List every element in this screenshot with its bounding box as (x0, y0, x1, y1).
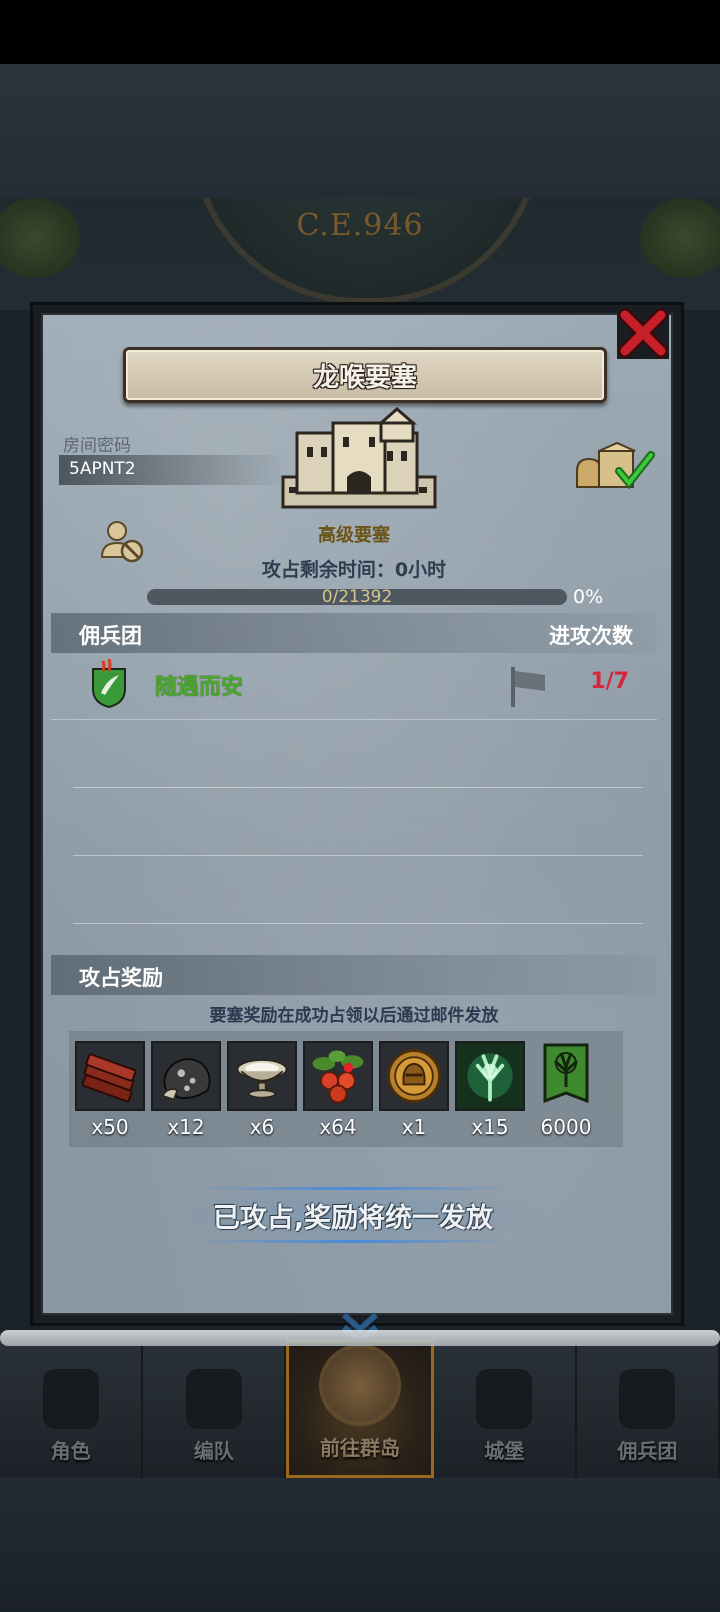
reward-slot (531, 1041, 601, 1111)
claimed-rewards-icon[interactable] (573, 441, 655, 493)
empty-row-divider (73, 855, 643, 856)
attack-count-header-label: 进攻次数 (549, 624, 633, 648)
empty-row-divider (73, 787, 643, 788)
character-icon (42, 1369, 99, 1429)
reward-count: x12 (167, 1115, 205, 1139)
mercenary-icon (619, 1369, 676, 1429)
nav-mercenary[interactable]: 佣兵团 (576, 1340, 720, 1478)
bottom-navigation: 角色 编队 前往群岛 城堡 佣兵团 (0, 1312, 720, 1478)
snow-edge (0, 1330, 720, 1346)
coal-ore-icon (161, 1058, 211, 1101)
compass-icon (319, 1344, 401, 1426)
reward-count: x1 (401, 1115, 427, 1139)
background-right-strip (680, 310, 720, 1330)
reward-slot (227, 1041, 297, 1111)
green-spirit-icon (467, 1053, 513, 1102)
silver-bowl-icon (236, 1059, 288, 1099)
guild-banner-icon (543, 1043, 589, 1104)
fortress-modal: 龙喉要塞 房间密码 5APNT2 高级要塞 攻占剩余时间：0小时 0/21392… (30, 302, 684, 1326)
fortress-level-label: 高级要塞 (318, 525, 390, 546)
nav-label: 编队 (193, 1439, 234, 1463)
room-password-label: 房间密码 (63, 436, 131, 456)
nav-label: 佣兵团 (617, 1439, 678, 1463)
attack-count: 1/7 (590, 669, 629, 694)
formation-icon (185, 1369, 242, 1429)
reward-header-label: 攻占奖励 (79, 966, 163, 990)
reward-slot (379, 1041, 449, 1111)
room-password-value: 5APNT2 (69, 459, 136, 479)
occupied-status-button[interactable]: 已攻占,奖励将统一发放 (153, 1183, 553, 1247)
reward-slot (455, 1041, 525, 1111)
empty-row-divider (73, 923, 643, 924)
status-line-top (193, 1187, 513, 1190)
mercenary-row[interactable]: 随遇而安 1/7 (51, 653, 657, 720)
occupation-time-unit: 小时 (408, 559, 447, 581)
reward-hint: 要塞奖励在成功占领以后通过邮件发放 (209, 1006, 499, 1026)
knight-coin-icon (387, 1049, 441, 1103)
reward-item[interactable]: x6 (227, 1041, 297, 1139)
title-banner: 龙喉要塞 (123, 347, 607, 403)
reward-slot (151, 1041, 221, 1111)
reward-count: x50 (91, 1115, 129, 1139)
occupation-time-value: 0 (394, 559, 409, 581)
reward-count: 6000 (540, 1115, 592, 1139)
reward-count: x64 (319, 1115, 357, 1139)
wood-planks-icon (81, 1053, 137, 1103)
status-line-bottom (193, 1240, 513, 1243)
reward-item[interactable]: x12 (151, 1041, 221, 1139)
nav-formation[interactable]: 编队 (143, 1340, 287, 1478)
close-icon[interactable] (615, 305, 671, 361)
nav-castle[interactable]: 城堡 (433, 1340, 577, 1478)
modal-title: 龙喉要塞 (312, 362, 417, 393)
reward-item[interactable]: x64 (303, 1041, 373, 1139)
reward-item[interactable]: 6000 (531, 1041, 601, 1139)
reward-count: x6 (249, 1115, 275, 1139)
nav-label: 城堡 (484, 1439, 525, 1463)
progress-percent: 0% (573, 586, 604, 608)
reward-item[interactable]: x15 (455, 1041, 525, 1139)
reward-slot (75, 1041, 145, 1111)
occupation-time-row: 攻占剩余时间：0小时 (43, 555, 665, 582)
reward-count: x15 (471, 1115, 509, 1139)
flag-icon (511, 667, 545, 707)
bottom-backdrop (0, 1478, 720, 1612)
reward-list: x50 x12 x6 x64 x1 x15 6000 (69, 1031, 623, 1147)
top-backdrop (0, 64, 720, 198)
mercenary-header-label: 佣兵团 (79, 624, 142, 648)
nav-label: 角色 (50, 1439, 91, 1463)
reward-slot (303, 1041, 373, 1111)
castle-icon (476, 1369, 533, 1429)
status-button-label: 已攻占,奖励将统一发放 (212, 1202, 494, 1234)
reward-item[interactable]: x50 (75, 1041, 145, 1139)
reward-section-header: 攻占奖励 (51, 955, 657, 995)
background-header: C.E.946 (0, 198, 720, 310)
guild-shield-icon (92, 659, 126, 709)
fortress-castle-icon (281, 407, 437, 509)
nav-islands[interactable]: 前往群岛 (286, 1312, 434, 1478)
era-label: C.E.946 (296, 208, 424, 243)
berries-icon (312, 1050, 364, 1104)
mercenary-name: 随遇而安 (155, 675, 244, 700)
status-bar-area (0, 0, 720, 64)
progress-text: 0/21392 (321, 587, 393, 607)
mercenary-section-header: 佣兵团 进攻次数 (51, 613, 657, 653)
reward-item[interactable]: x1 (379, 1041, 449, 1139)
occupation-time-label: 攻占剩余时间： (261, 559, 395, 581)
modal-panel: 龙喉要塞 房间密码 5APNT2 高级要塞 攻占剩余时间：0小时 0/21392… (41, 313, 673, 1315)
nav-character[interactable]: 角色 (0, 1340, 144, 1478)
wreath-decoration-right (640, 198, 720, 278)
nav-label: 前往群岛 (320, 1436, 400, 1460)
